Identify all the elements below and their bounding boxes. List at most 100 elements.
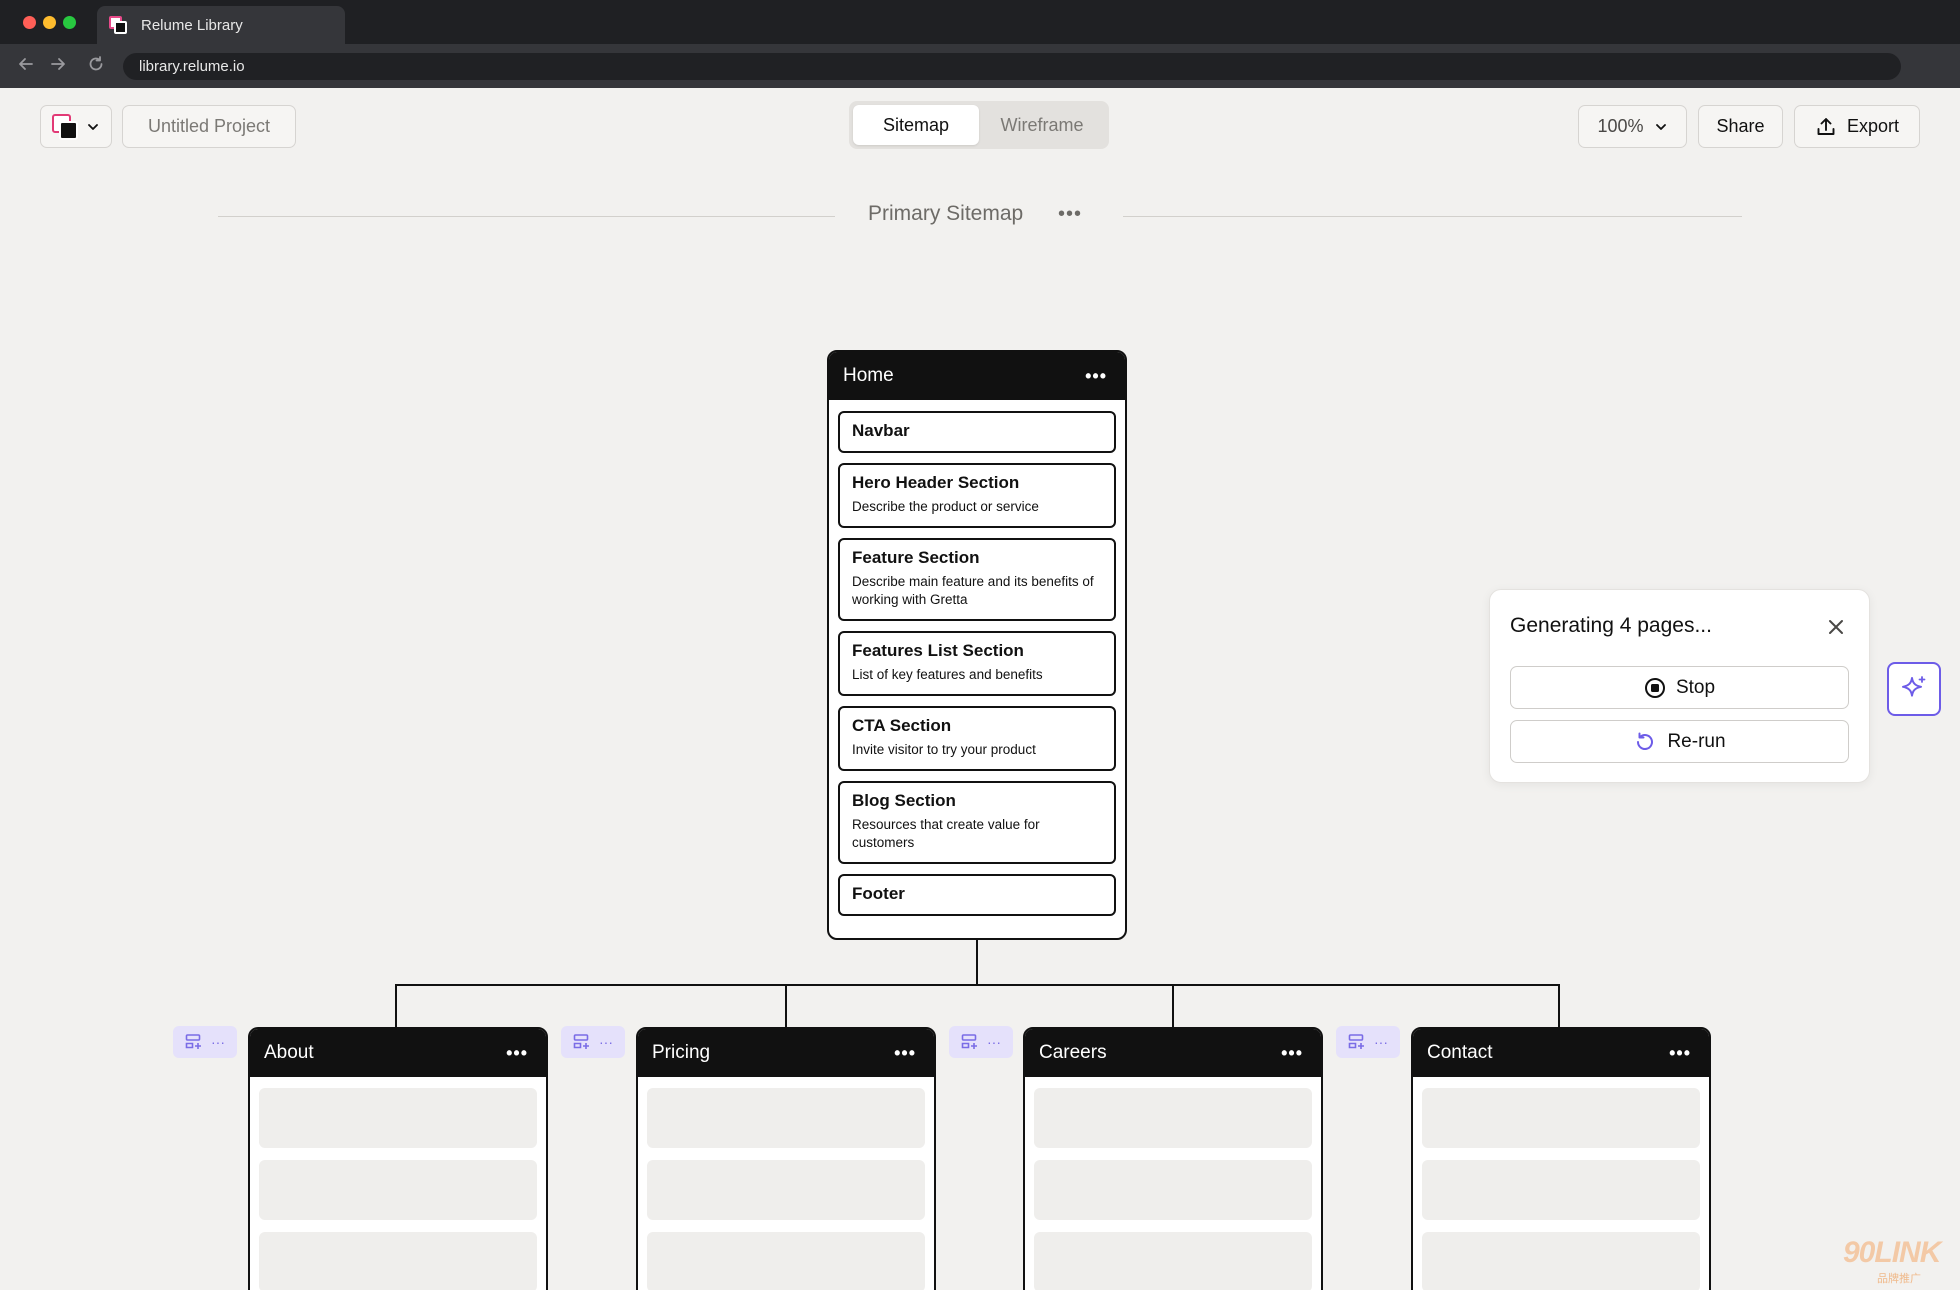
divider-line — [218, 216, 835, 217]
add-section-more-dots-icon[interactable]: ··· — [1374, 1034, 1388, 1050]
section-placeholder — [259, 1088, 537, 1148]
upload-icon — [1817, 117, 1835, 135]
tab-sitemap[interactable]: Sitemap — [853, 105, 979, 145]
back-arrow-icon[interactable] — [16, 55, 36, 75]
url-input[interactable]: library.relume.io — [123, 53, 1901, 80]
browser-tab-bar: Relume Library — [0, 0, 1960, 44]
page-card-header: Pricing ••• — [638, 1029, 934, 1077]
section-title: Navbar — [852, 421, 910, 440]
add-section-more-dots-icon[interactable]: ··· — [599, 1034, 613, 1050]
project-name-field[interactable]: Untitled Project — [122, 105, 296, 148]
section-description: Describe main feature and its benefits o… — [852, 574, 1094, 607]
add-section-button[interactable]: ··· — [949, 1026, 1013, 1058]
more-dots-icon[interactable]: ••• — [1085, 366, 1107, 387]
browser-tab-title: Relume Library — [141, 16, 243, 34]
sparkle-icon — [1902, 676, 1926, 697]
rerun-button[interactable]: Re-run — [1510, 720, 1849, 763]
address-bar: library.relume.io — [0, 44, 1960, 88]
minimize-window-button[interactable] — [43, 16, 56, 29]
divider-line — [1123, 216, 1742, 217]
page-card-header: Home ••• — [829, 352, 1125, 400]
section-placeholder — [1034, 1088, 1312, 1148]
section-placeholder — [259, 1232, 537, 1290]
more-dots-icon[interactable]: ••• — [894, 1043, 916, 1064]
section-title: Feature Section — [852, 548, 980, 567]
sitemap-title[interactable]: Primary Sitemap — [868, 202, 1023, 226]
section-card-features-list[interactable]: Features List Section List of key featur… — [838, 631, 1116, 696]
export-button[interactable]: Export — [1794, 105, 1920, 148]
section-description: Describe the product or service — [852, 499, 1039, 514]
zoom-dropdown[interactable]: 100% — [1578, 105, 1687, 148]
section-placeholder — [1034, 1160, 1312, 1220]
project-menu-button[interactable] — [40, 105, 112, 148]
page-card-contact[interactable]: Contact ••• — [1411, 1027, 1711, 1290]
section-title: CTA Section — [852, 716, 952, 735]
section-placeholder — [1422, 1160, 1700, 1220]
section-placeholder — [1422, 1232, 1700, 1290]
section-description: Invite visitor to try your product — [852, 742, 1036, 757]
stop-button-label: Stop — [1675, 676, 1716, 698]
more-dots-icon[interactable]: ••• — [506, 1043, 528, 1064]
add-section-more-dots-icon[interactable]: ··· — [211, 1034, 225, 1050]
share-button[interactable]: Share — [1698, 105, 1783, 148]
add-section-icon — [573, 1034, 589, 1049]
page-card-about[interactable]: About ••• — [248, 1027, 548, 1290]
page-card-title: Pricing — [652, 1042, 711, 1063]
connector-line — [395, 984, 1560, 986]
page-card-header: Careers ••• — [1025, 1029, 1321, 1077]
rerun-icon — [1637, 732, 1654, 750]
browser-tab[interactable]: Relume Library — [97, 6, 345, 44]
ai-assistant-button[interactable] — [1887, 662, 1941, 716]
section-card-blog[interactable]: Blog Section Resources that create value… — [838, 781, 1116, 864]
page-card-header: About ••• — [250, 1029, 546, 1077]
share-button-label: Share — [1716, 116, 1765, 136]
sitemap-more-dots-icon[interactable]: ••• — [1058, 203, 1082, 226]
section-placeholder — [1034, 1232, 1312, 1290]
section-placeholder — [1422, 1088, 1700, 1148]
generation-panel: Generating 4 pages... Stop Re-run — [1489, 589, 1870, 783]
chevron-down-icon — [88, 123, 98, 130]
section-card-footer[interactable]: Footer — [838, 874, 1116, 916]
more-dots-icon[interactable]: ••• — [1669, 1043, 1691, 1064]
add-section-button[interactable]: ··· — [1336, 1026, 1400, 1058]
section-description: List of key features and benefits — [852, 667, 1043, 682]
connector-line — [785, 984, 787, 1029]
chevron-down-icon — [1655, 123, 1666, 130]
watermark-brand: 90LINK — [1843, 1236, 1941, 1269]
add-section-button[interactable]: ··· — [173, 1026, 237, 1058]
add-section-more-dots-icon[interactable]: ··· — [987, 1034, 1001, 1050]
close-icon[interactable] — [1825, 616, 1847, 638]
close-window-button[interactable] — [23, 16, 36, 29]
more-dots-icon[interactable]: ••• — [1281, 1043, 1303, 1064]
section-card-cta[interactable]: CTA Section Invite visitor to try your p… — [838, 706, 1116, 771]
rerun-button-label: Re-run — [1667, 730, 1726, 752]
section-description: Resources that create value for customer… — [852, 817, 1040, 850]
connector-line — [1558, 984, 1560, 1029]
view-switcher: Sitemap Wireframe — [849, 101, 1109, 149]
page-card-header: Contact ••• — [1413, 1029, 1709, 1077]
reload-icon[interactable] — [86, 55, 106, 75]
watermark-logo: 90LINK 品牌推广 — [1843, 1236, 1951, 1285]
tab-wireframe[interactable]: Wireframe — [979, 105, 1105, 145]
section-placeholder — [647, 1232, 925, 1290]
section-title: Blog Section — [852, 791, 956, 810]
page-card-careers[interactable]: Careers ••• — [1023, 1027, 1323, 1290]
section-placeholder — [259, 1160, 537, 1220]
section-card-hero-header[interactable]: Hero Header Section Describe the product… — [838, 463, 1116, 528]
section-card-feature[interactable]: Feature Section Describe main feature an… — [838, 538, 1116, 621]
export-button-label: Export — [1846, 116, 1900, 136]
page-card-title: Contact — [1427, 1042, 1493, 1063]
section-card-navbar[interactable]: Navbar — [838, 411, 1116, 453]
section-title: Features List Section — [852, 641, 1024, 660]
stop-button[interactable]: Stop — [1510, 666, 1849, 709]
connector-line — [976, 938, 978, 985]
maximize-window-button[interactable] — [63, 16, 76, 29]
page-card-home[interactable]: Home ••• Navbar Hero Header Section Desc… — [827, 350, 1127, 940]
generation-status-title: Generating 4 pages... — [1510, 614, 1712, 637]
connector-line — [395, 984, 397, 1029]
forward-arrow-icon[interactable] — [48, 55, 68, 75]
page-card-pricing[interactable]: Pricing ••• — [636, 1027, 936, 1290]
section-placeholder — [647, 1160, 925, 1220]
add-section-button[interactable]: ··· — [561, 1026, 625, 1058]
zoom-level: 100% — [1597, 116, 1644, 136]
